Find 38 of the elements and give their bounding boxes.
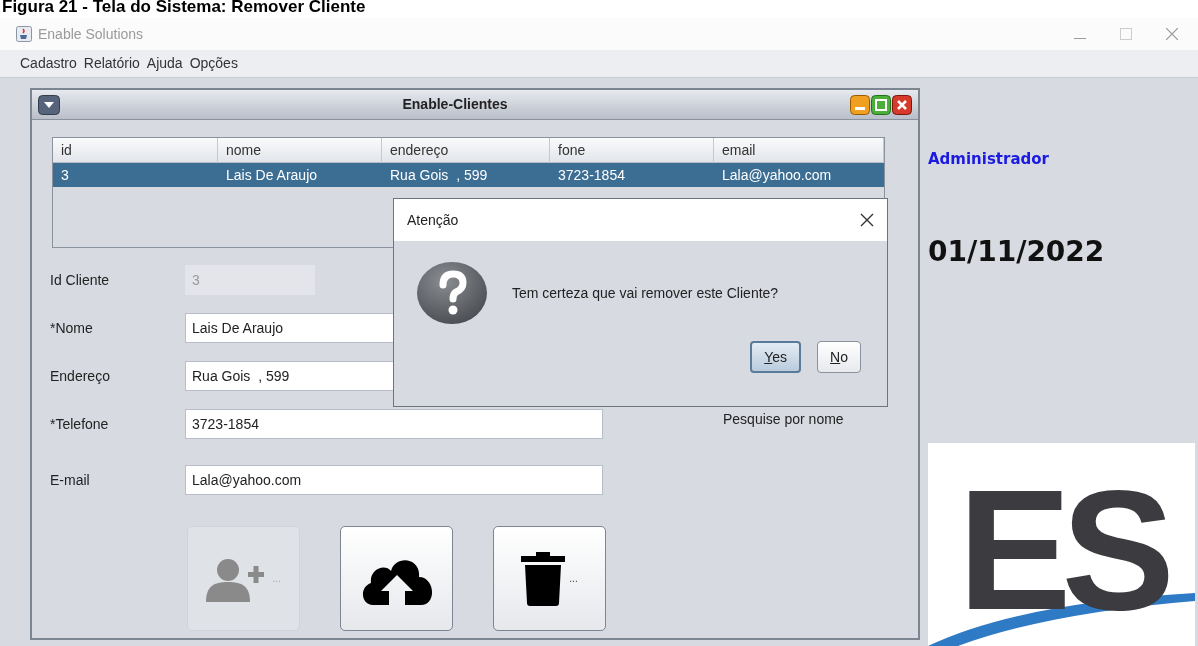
table-row[interactable]: 3 Lais De Araujo Rua Gois , 599 3723-1854 Lala@yahoo.com	[53, 163, 884, 187]
field-label: *Nome	[49, 318, 94, 338]
dropdown-icon[interactable]	[38, 94, 60, 115]
table-cell-text: Rua Gois , 599	[389, 166, 489, 185]
field-label: *Telefone	[49, 414, 110, 434]
date-label: 01/11/2022	[928, 233, 1106, 270]
minimize-icon[interactable]	[850, 94, 870, 115]
input-field[interactable]: 3723-1854	[185, 409, 603, 439]
dialog-button[interactable]: No	[817, 341, 861, 373]
trash-icon	[521, 551, 566, 606]
maximize-icon[interactable]	[871, 94, 891, 115]
menu-item[interactable]: Relatório	[83, 53, 140, 74]
figure-caption: Figura 21 - Tela do Sistema: Remover Cliente	[1, 0, 367, 18]
dialog-message: Tem certeza que vai remover este Cliente?	[512, 283, 779, 303]
question-icon	[416, 261, 488, 325]
window-title: Enable Solutions	[38, 24, 144, 44]
internal-window-title: Enable-Clientes	[401, 95, 509, 114]
delete-button[interactable]: ...	[493, 526, 606, 631]
menu-item[interactable]: Opções	[189, 53, 238, 74]
upload-button[interactable]	[340, 526, 453, 631]
close-icon[interactable]	[860, 213, 874, 227]
dialog-button[interactable]: Yes	[750, 341, 802, 373]
field-label: Id Cliente	[49, 270, 111, 290]
table-cell-text: 3	[60, 166, 70, 185]
menu-item[interactable]: Cadastro	[20, 53, 77, 74]
field-label: E-mail	[49, 470, 91, 490]
logo: ES	[928, 443, 1195, 646]
search-label: Pesquise por nome	[723, 409, 844, 429]
input-field[interactable]: Lala@yahoo.com	[185, 465, 603, 495]
user-role: Administrador	[928, 149, 1050, 170]
coffee-cup-icon	[16, 26, 32, 42]
menu-item[interactable]: Ajuda	[146, 53, 183, 74]
table-cell-text: 3723-1854	[557, 166, 626, 185]
table-cell-text: Lais De Araujo	[225, 166, 319, 185]
table-cell-text: Lala@yahoo.com	[721, 166, 833, 185]
close-icon[interactable]	[892, 94, 912, 115]
dialog-title: Atenção	[407, 210, 459, 230]
field-label: Endereço	[49, 366, 111, 386]
